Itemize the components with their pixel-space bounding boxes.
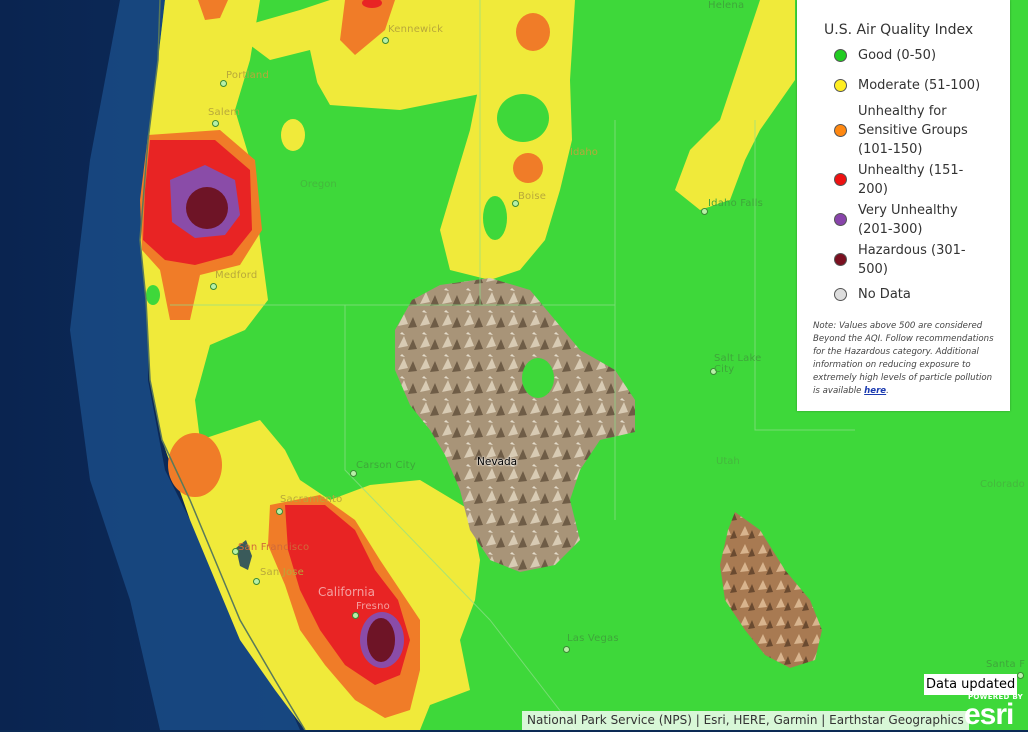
city-portland-dot xyxy=(220,80,227,87)
hazardous-swatch xyxy=(834,253,847,266)
aqi-hazardous-area-california xyxy=(367,618,395,662)
city-salt-lake-city[interactable]: Salt Lake City xyxy=(714,353,774,375)
city-medford[interactable]: Medford xyxy=(215,270,257,281)
aqi-good-island-5 xyxy=(146,285,160,305)
city-boise[interactable]: Boise xyxy=(518,191,546,202)
legend-label-usg: Unhealthy for Sensitive Groups (101-150) xyxy=(858,104,968,157)
legend-item-good: Good (0-50) xyxy=(834,46,983,65)
aqi-moderate-blob xyxy=(281,119,305,151)
state-label-colorado: Colorado xyxy=(980,479,1025,490)
state-label-idaho: Idaho xyxy=(570,147,598,158)
city-las-vegas-dot xyxy=(563,646,570,653)
no-data-swatch xyxy=(834,288,847,301)
city-helena[interactable]: Helena xyxy=(708,0,744,11)
legend-note: Note: Values above 500 are considered Be… xyxy=(813,320,995,398)
city-salem-dot xyxy=(212,120,219,127)
state-label-nevada: Nevada xyxy=(477,456,518,468)
city-kennewick-dot xyxy=(382,37,389,44)
aqi-good-island-3 xyxy=(483,196,507,240)
city-carson-city[interactable]: Carson City xyxy=(356,460,416,471)
city-sacramento[interactable]: Sacramento xyxy=(280,494,342,505)
legend-item-no-data: No Data xyxy=(834,285,983,304)
usg-swatch xyxy=(834,124,847,137)
city-kennewick[interactable]: Kennewick xyxy=(388,24,443,35)
very-unhealthy-swatch xyxy=(834,213,847,226)
legend-note-end: . xyxy=(886,386,889,396)
aqi-legend: U.S. Air Quality Index Good (0-50) Moder… xyxy=(797,0,1010,411)
map-attribution[interactable]: National Park Service (NPS) | Esri, HERE… xyxy=(522,711,969,730)
city-santa-fe[interactable]: Santa F xyxy=(986,659,1025,670)
legend-label-moderate: Moderate (51-100) xyxy=(858,78,981,93)
state-label-california: California xyxy=(318,585,375,599)
city-medford-dot xyxy=(210,283,217,290)
aqi-usg-blob-1 xyxy=(516,13,550,51)
esri-wordmark: esri xyxy=(964,698,1014,731)
city-san-francisco[interactable]: San Francisco xyxy=(238,542,309,553)
legend-item-unhealthy: Unhealthy (151-200) xyxy=(834,161,983,199)
city-sacramento-dot xyxy=(276,508,283,515)
legend-label-no-data: No Data xyxy=(858,287,911,302)
legend-label-very-unhealthy: Very Unhealthy (201-300) xyxy=(858,203,958,237)
legend-item-very-unhealthy: Very Unhealthy (201-300) xyxy=(834,201,983,239)
legend-label-hazardous: Hazardous (301-500) xyxy=(858,243,966,277)
good-swatch xyxy=(834,49,847,62)
city-carson-city-dot xyxy=(350,470,357,477)
moderate-swatch xyxy=(834,79,847,92)
city-idaho-falls[interactable]: Idaho Falls xyxy=(708,198,763,209)
city-santa-fe-dot xyxy=(1017,672,1024,679)
legend-item-hazardous: Hazardous (301-500) xyxy=(834,241,983,279)
aqi-good-island-nevada xyxy=(522,358,554,398)
city-las-vegas[interactable]: Las Vegas xyxy=(567,633,619,644)
state-label-utah: Utah xyxy=(716,456,740,467)
legend-item-moderate: Moderate (51-100) xyxy=(834,76,983,95)
legend-label-unhealthy: Unhealthy (151-200) xyxy=(858,163,964,197)
legend-note-link[interactable]: here xyxy=(864,386,886,396)
legend-label-good: Good (0-50) xyxy=(858,48,937,63)
city-portland[interactable]: Portland xyxy=(226,70,269,81)
city-san-jose-dot xyxy=(253,578,260,585)
aqi-usg-blob-2 xyxy=(513,153,543,183)
aqi-usg-area-coast xyxy=(168,433,222,497)
city-fresno-dot xyxy=(352,612,359,619)
legend-title: U.S. Air Quality Index xyxy=(824,22,974,38)
city-idaho-falls-dot xyxy=(701,208,708,215)
unhealthy-swatch xyxy=(834,173,847,186)
legend-note-text: Note: Values above 500 are considered Be… xyxy=(813,321,994,396)
city-salem[interactable]: Salem xyxy=(208,107,240,118)
city-san-jose[interactable]: San Jose xyxy=(260,567,304,578)
aqi-good-island-2 xyxy=(497,94,549,142)
legend-item-usg: Unhealthy for Sensitive Groups (101-150) xyxy=(834,102,983,159)
state-label-oregon: Oregon xyxy=(300,179,337,190)
esri-logo[interactable]: POWERED BY esri xyxy=(958,690,1026,731)
city-fresno[interactable]: Fresno xyxy=(356,601,390,612)
aqi-hazardous-area-oregon xyxy=(186,187,228,229)
